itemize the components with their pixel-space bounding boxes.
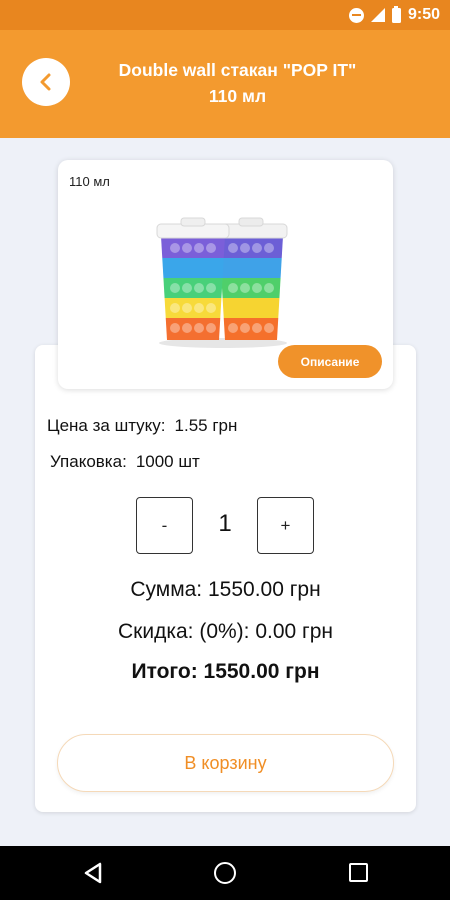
decrease-quantity-button[interactable]: - <box>136 497 193 554</box>
page-title-line2: 110 мл <box>208 86 267 106</box>
chevron-left-icon <box>40 73 51 91</box>
sum-text: Сумма: 1550.00 грн <box>130 578 321 601</box>
back-button[interactable] <box>22 58 70 106</box>
total-text: Итого: 1550.00 грн <box>131 660 320 683</box>
page-title-line1: Double wall стакан "POP IT" <box>118 60 357 80</box>
image-caption: 110 мл <box>69 174 110 189</box>
add-to-cart-button[interactable]: В корзину <box>57 734 394 792</box>
price-value: 1.55 грн <box>174 416 238 435</box>
price-row: Цена за штуку: 1.55 грн <box>47 416 237 436</box>
product-image <box>156 217 288 348</box>
quantity-value: 1 <box>218 510 232 537</box>
nav-recents-icon[interactable] <box>349 863 368 882</box>
app-bar: Double wall стакан "POP IT" 110 мл <box>0 30 450 138</box>
pack-label: Упаковка: <box>50 452 127 471</box>
navigation-bar <box>0 846 450 900</box>
pack-value: 1000 шт <box>135 452 200 471</box>
battery-icon <box>391 5 401 23</box>
status-time: 9:50 <box>407 6 440 23</box>
description-button[interactable]: Описание <box>278 345 382 378</box>
pack-row: Упаковка: 1000 шт <box>50 452 200 472</box>
price-label: Цена за штуку: <box>47 416 166 435</box>
do-not-disturb-icon <box>348 7 364 23</box>
increase-quantity-button[interactable]: + <box>257 497 314 554</box>
discount-text: Скидка: (0%): 0.00 грн <box>118 620 333 643</box>
nav-back-icon[interactable] <box>83 862 103 884</box>
status-icons: 9:50 <box>348 5 440 25</box>
product-image-card: 110 мл Описание <box>58 160 393 389</box>
nav-home-icon[interactable] <box>214 862 236 884</box>
page-title: Double wall стакан "POP IT" 110 мл <box>85 57 390 109</box>
signal-icon <box>370 8 385 22</box>
status-bar: 9:50 <box>0 0 450 30</box>
